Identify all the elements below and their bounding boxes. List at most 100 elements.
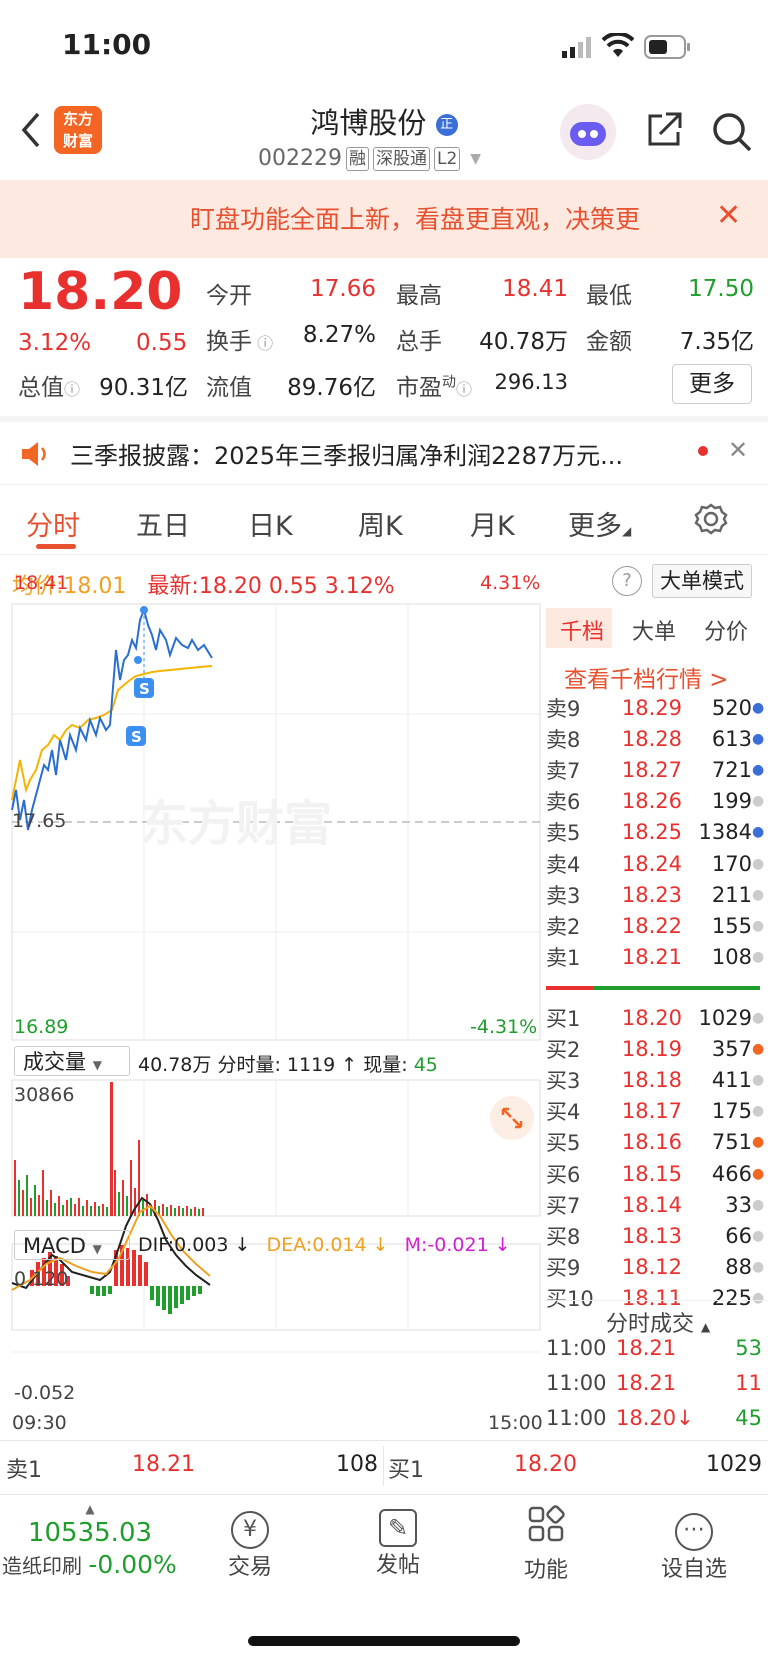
tab-weekly-k[interactable]: 周K	[358, 504, 403, 543]
volume-indicator-select[interactable]: 成交量 ▼	[14, 1046, 130, 1076]
ask-row[interactable]: 卖5 18.25 1384 ●	[546, 817, 764, 848]
bid-row[interactable]: 买9 18.12 88 ●	[546, 1252, 764, 1283]
dropdown-arrow-icon: ▼	[92, 1058, 102, 1072]
tick-volume: 45	[735, 1406, 762, 1430]
ask-row[interactable]: 卖1 18.21 108 ●	[546, 942, 764, 973]
tab-price-dist[interactable]: 分价	[704, 614, 748, 646]
bid1-price: 18.20	[514, 1452, 577, 1477]
turnover-label: 换手 ⓘ	[206, 329, 274, 355]
order-dot-icon: ●	[752, 1196, 765, 1213]
ask-level: 卖3	[546, 883, 581, 908]
stock-code: 002229	[258, 146, 342, 171]
status-time: 11:00	[62, 28, 152, 61]
bid-price: 18.12	[621, 1255, 682, 1280]
big-order-mode-button[interactable]: 大单模式	[652, 564, 752, 598]
tab-underline	[36, 544, 76, 549]
intraday-chart[interactable]: 东方财富 S S	[0, 600, 546, 1430]
close-icon[interactable]: ✕	[716, 198, 741, 233]
pe-label: 市盈动ⓘ	[396, 374, 473, 401]
ask-price: 18.22	[621, 913, 682, 938]
tab-monthly-k[interactable]: 月K	[470, 504, 515, 543]
order-dot-icon: ●	[752, 1227, 765, 1244]
verified-badge-icon: 正	[435, 114, 458, 136]
robot-avatar[interactable]	[560, 104, 616, 160]
ask-price: 18.25	[621, 820, 682, 845]
speaker-icon	[20, 440, 50, 472]
view-depth-link[interactable]: 查看千档行情 >	[564, 660, 729, 694]
macd-indicator-select[interactable]: MACD ▼	[14, 1230, 130, 1260]
order-dot-icon: ●	[752, 761, 765, 778]
help-icon[interactable]: ?	[612, 566, 642, 596]
ask-volume: 108	[711, 945, 752, 970]
mktcap-value: 90.31亿	[99, 375, 188, 401]
bid-row[interactable]: 买1 18.20 1029 ●	[546, 1002, 765, 1033]
dropdown-arrow-icon: ▼	[470, 150, 482, 167]
bid-volume: 411	[711, 1067, 752, 1092]
ask-row[interactable]: 卖8 18.28 613 ●	[546, 723, 765, 754]
bid1-volume: 1029	[706, 1452, 762, 1477]
bid-price: 18.16	[621, 1130, 682, 1155]
bid1-label: 买1	[388, 1458, 424, 1483]
ticks-title[interactable]: 分时成交 ▲	[606, 1306, 710, 1338]
bid-row[interactable]: 买8 18.13 66 ●	[546, 1220, 765, 1251]
bid-volume: 33	[725, 1192, 752, 1217]
order-dot-icon: ●	[752, 1290, 765, 1307]
nav-post[interactable]: ✎ 发帖	[348, 1505, 448, 1579]
order-dot-icon: ●	[752, 1009, 765, 1026]
tab-intraday[interactable]: 分时	[26, 504, 80, 543]
ask-row[interactable]: 卖7 18.27 721 ●	[546, 754, 765, 785]
stock-code-line[interactable]: 002229 融 深股通 L2 ▼	[258, 146, 481, 171]
bid-price: 18.17	[621, 1099, 682, 1124]
nav-watchlist-settings[interactable]: ⋯ 设自选	[644, 1505, 744, 1583]
sector-index-line: 造纸印刷 -0.00%	[2, 1550, 177, 1579]
tick-price: 18.21	[616, 1336, 677, 1360]
bid-level: 买2	[546, 1037, 581, 1062]
ask-volume: 520	[711, 695, 752, 720]
tab-daily-k[interactable]: 日K	[248, 504, 293, 543]
share-icon[interactable]	[644, 110, 684, 154]
low-value: 17.50	[688, 276, 754, 302]
bid-row[interactable]: 买2 18.19 357 ●	[546, 1033, 764, 1064]
order-dot-icon: ●	[752, 1165, 765, 1182]
sector-index-value: 10535.03	[27, 1518, 153, 1548]
ask1-label: 卖1	[6, 1458, 42, 1483]
volume-max-label: 30866	[14, 1084, 75, 1106]
ask-row[interactable]: 卖6 18.26 199 ●	[546, 786, 764, 817]
nav-functions[interactable]: 功能	[496, 1505, 596, 1584]
news-ticker-text[interactable]: 三季报披露：2025年三季报归属净利润2287万元...	[70, 436, 680, 471]
order-dot-icon: ●	[752, 1134, 765, 1151]
info-icon: ⓘ	[64, 380, 81, 399]
signal-icon	[562, 36, 594, 62]
ask-row[interactable]: 卖4 18.24 170 ●	[546, 848, 764, 879]
ask-volume: 199	[711, 789, 752, 814]
tab-depth[interactable]: 千档	[560, 614, 604, 646]
promo-banner-text: 盯盘功能全面上新，看盘更直观，决策更	[190, 205, 641, 234]
tab-big-orders[interactable]: 大单	[632, 614, 676, 646]
ask-row[interactable]: 卖9 18.29 520 ●	[546, 692, 764, 723]
search-icon[interactable]	[710, 110, 754, 158]
ask-level: 卖4	[546, 852, 581, 877]
tab-five-day[interactable]: 五日	[136, 504, 190, 543]
amount-label: 金额	[586, 329, 632, 355]
ask-level: 卖1	[546, 946, 581, 971]
tick-row: 11:00 18.21 53	[546, 1336, 762, 1360]
amount-value: 7.35亿	[679, 329, 754, 355]
ask-price: 18.24	[621, 851, 682, 876]
bid-row[interactable]: 买7 18.14 33 ●	[546, 1189, 765, 1220]
expand-icon[interactable]	[490, 1096, 534, 1140]
bid-row[interactable]: 买5 18.16 751 ●	[546, 1127, 765, 1158]
tab-more[interactable]: 更多◢	[568, 504, 631, 543]
bid-row[interactable]: 买6 18.15 466 ●	[546, 1158, 765, 1189]
nav-trade[interactable]: ¥ 交易	[200, 1505, 300, 1581]
bid-row[interactable]: 买4 18.17 175 ●	[546, 1096, 764, 1127]
order-dot-icon: ●	[752, 730, 765, 747]
ask-level: 卖5	[546, 821, 581, 846]
ask-row[interactable]: 卖2 18.22 155 ●	[546, 910, 764, 941]
ask-row[interactable]: 卖3 18.23 211 ●	[546, 879, 764, 910]
ask-volume: 170	[711, 851, 752, 876]
sector-index-widget[interactable]: ▲ 10535.03 造纸印刷 -0.00%	[0, 1502, 180, 1579]
close-icon[interactable]: ✕	[728, 436, 748, 464]
settings-gear-icon[interactable]	[694, 502, 728, 540]
more-button[interactable]: 更多	[672, 364, 752, 404]
bid-row[interactable]: 买3 18.18 411 ●	[546, 1064, 764, 1095]
